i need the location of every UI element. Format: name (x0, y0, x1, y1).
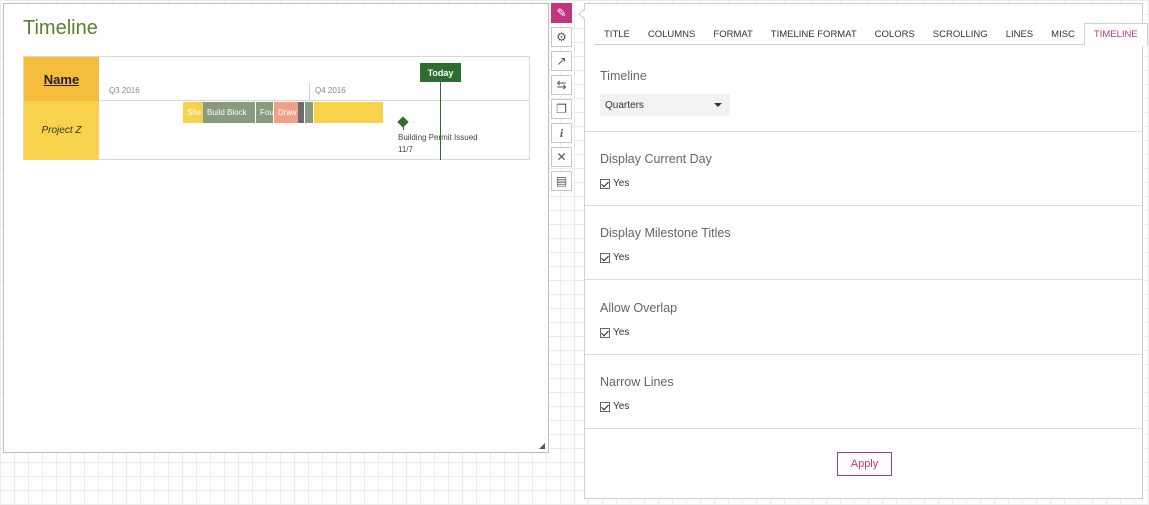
display-milestone-titles-section: Display Milestone Titles Yes (585, 205, 1142, 279)
tab-colors[interactable]: COLORS (866, 23, 924, 45)
display-milestone-titles-label: Display Milestone Titles (600, 226, 731, 240)
timeline-scale: Q3 2016 Q4 2016 (99, 57, 529, 101)
tab-title[interactable]: TITLE (595, 23, 639, 45)
swap-button[interactable]: ⇆ (551, 75, 572, 95)
tab-format[interactable]: FORMAT (704, 23, 761, 45)
tab-timeline-format[interactable]: TIMELINE FORMAT (762, 23, 866, 45)
quarter-tick (309, 83, 310, 100)
task-bar-gray[interactable] (305, 102, 313, 123)
milestone-title: Building Permit Issued (398, 133, 478, 142)
apply-button[interactable]: Apply (837, 452, 892, 476)
row-label-project-z[interactable]: Project Z (24, 101, 99, 160)
checkbox-checked-icon[interactable] (600, 178, 610, 189)
task-bar-build-block[interactable]: Build Block (203, 102, 255, 123)
timeline-scale-value: Quarters (605, 99, 644, 111)
settings-button[interactable]: ⚙ (551, 27, 572, 47)
today-line (440, 82, 441, 160)
task-bar-dark[interactable] (298, 102, 304, 123)
allow-overlap-section: Allow Overlap Yes (585, 279, 1142, 354)
timeline-setting-label: Timeline (600, 69, 647, 83)
task-bar-yellow-long[interactable] (314, 102, 383, 123)
quarter-label-q4: Q4 2016 (315, 86, 346, 95)
resize-handle-icon[interactable] (539, 443, 545, 449)
narrow-lines-value: Yes (613, 401, 630, 412)
display-milestone-titles-checkbox[interactable]: Yes (600, 252, 629, 263)
gear-icon: ⚙ (556, 30, 567, 44)
task-bar-foundation[interactable]: Fou (256, 102, 273, 123)
narrow-lines-label: Narrow Lines (600, 375, 674, 389)
display-current-day-label: Display Current Day (600, 152, 712, 166)
swap-arrows-icon: ⇆ (556, 78, 567, 92)
name-column-header[interactable]: Name (24, 57, 99, 101)
open-external-button[interactable]: ↗ (551, 51, 572, 71)
settings-tabs: TITLE COLUMNS FORMAT TIMELINE FORMAT COL… (595, 23, 1148, 46)
display-current-day-section: Display Current Day Yes (585, 131, 1142, 205)
allow-overlap-label: Allow Overlap (600, 301, 678, 315)
panel-pointer-inner (580, 9, 586, 19)
info-icon: i (559, 125, 564, 140)
settings-panel: TITLE COLUMNS FORMAT TIMELINE FORMAT COL… (584, 3, 1148, 499)
footer-divider (585, 428, 1142, 429)
checkbox-checked-icon[interactable] (600, 327, 610, 338)
tab-timeline[interactable]: TIMELINE (1083, 23, 1148, 46)
timeline-row: Site Build Block Fou Draw (99, 101, 529, 160)
checkbox-checked-icon[interactable] (600, 252, 610, 263)
milestone-date: 11/7 (398, 145, 413, 154)
timeline-scale-select[interactable]: Quarters (600, 94, 730, 116)
allow-overlap-checkbox[interactable]: Yes (600, 327, 629, 338)
widget-toolbar: ✎ ⚙ ↗ ⇆ ❐ i ✕ ▤ (551, 3, 572, 195)
widget-title: Timeline (23, 17, 98, 39)
tab-misc[interactable]: MISC (1042, 23, 1084, 45)
tab-columns[interactable]: COLUMNS (639, 23, 705, 45)
edit-pencil-button[interactable]: ✎ (551, 3, 572, 23)
pencil-icon: ✎ (556, 6, 567, 20)
save-icon: ▤ (555, 174, 568, 188)
task-bar-site[interactable]: Site (183, 102, 203, 123)
display-current-day-checkbox[interactable]: Yes (600, 178, 629, 189)
milestone-stem (403, 124, 404, 130)
timeline-widget: Timeline Name Q3 2016 Q4 2016 Project Z … (3, 3, 549, 453)
chevron-down-icon (714, 103, 722, 107)
save-button[interactable]: ▤ (551, 171, 572, 191)
allow-overlap-value: Yes (613, 327, 630, 338)
close-icon: ✕ (556, 150, 567, 164)
info-button[interactable]: i (551, 123, 572, 143)
display-current-day-value: Yes (613, 178, 630, 189)
close-button[interactable]: ✕ (551, 147, 572, 167)
checkbox-checked-icon[interactable] (600, 401, 610, 412)
narrow-lines-section: Narrow Lines Yes (585, 354, 1142, 428)
display-milestone-titles-value: Yes (613, 252, 630, 263)
tab-scrolling[interactable]: SCROLLING (924, 23, 997, 45)
duplicate-icon: ❐ (556, 102, 567, 116)
quarter-label-q3: Q3 2016 (109, 86, 140, 95)
today-marker[interactable]: Today (420, 63, 461, 82)
external-link-icon: ↗ (556, 54, 567, 68)
task-bar-drawings[interactable]: Draw (274, 102, 298, 123)
tab-lines[interactable]: LINES (997, 23, 1042, 45)
narrow-lines-checkbox[interactable]: Yes (600, 401, 629, 412)
duplicate-button[interactable]: ❐ (551, 99, 572, 119)
